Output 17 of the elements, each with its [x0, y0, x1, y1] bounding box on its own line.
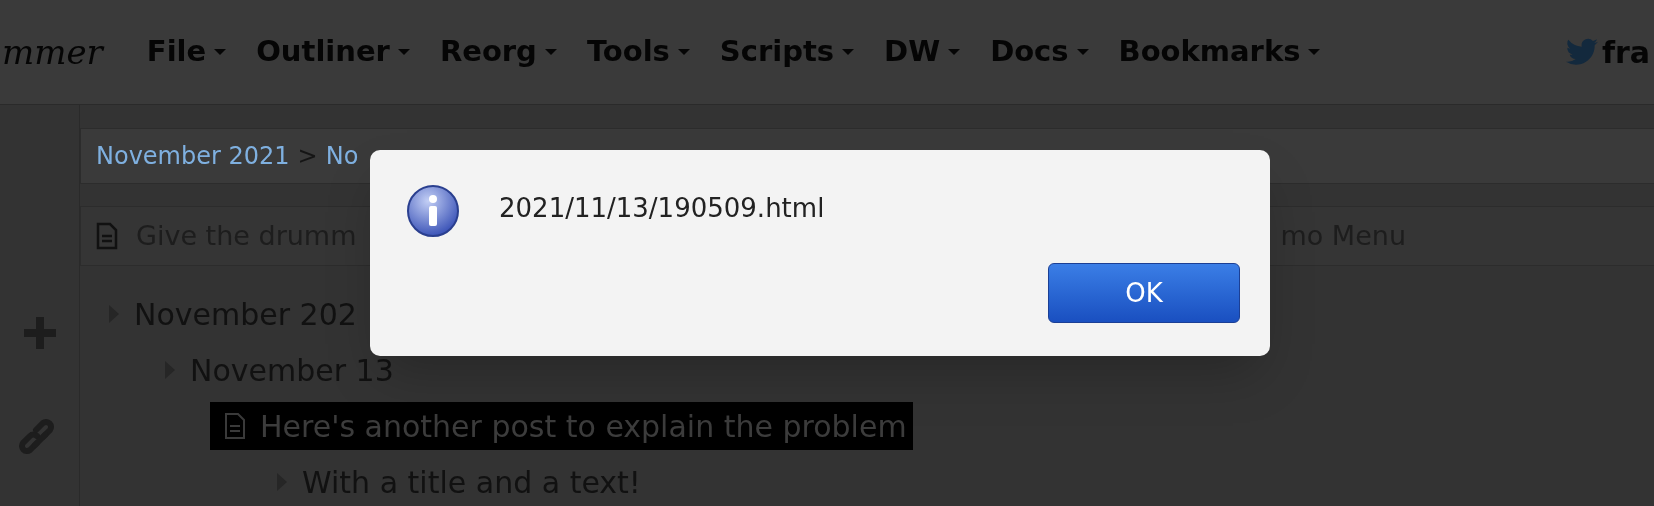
caret-icon	[1308, 48, 1321, 56]
caret-icon	[397, 48, 410, 56]
dialog-message: 2021/11/13/190509.html	[499, 192, 825, 225]
document-icon	[224, 412, 246, 440]
info-icon	[405, 183, 461, 239]
ok-button[interactable]: OK	[1048, 263, 1240, 323]
breadcrumb-separator: >	[297, 140, 318, 172]
caret-icon	[544, 48, 557, 56]
caret-icon	[214, 48, 227, 56]
caret-icon	[677, 48, 690, 56]
document-icon	[96, 221, 118, 250]
caret-icon	[1076, 48, 1089, 56]
breadcrumb-link[interactable]: No	[325, 137, 359, 174]
caret-icon	[948, 48, 961, 56]
breadcrumb-link[interactable]: November 2021	[96, 137, 290, 174]
caret-icon	[842, 48, 855, 56]
bird-icon	[1565, 38, 1598, 66]
